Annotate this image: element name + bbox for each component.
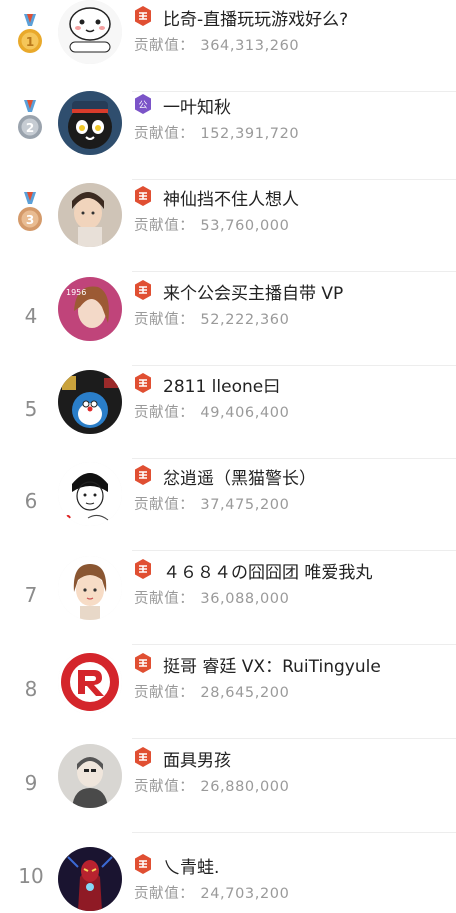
divider xyxy=(132,550,456,551)
user-name: 2811 lleone曰 xyxy=(163,377,281,397)
ranking-row[interactable]: 3 神仙挡不住人想人 贡献值： 53,760,000 xyxy=(0,180,456,272)
avatar[interactable] xyxy=(58,556,122,620)
king-badge-icon xyxy=(135,465,151,485)
divider xyxy=(132,365,456,366)
user-name: 面具男孩 xyxy=(163,751,231,771)
avatar[interactable] xyxy=(58,650,122,714)
king-badge-icon xyxy=(135,280,151,300)
avatar[interactable]: 1956 xyxy=(58,277,122,341)
ranking-row[interactable]: 7 ４６８４の囧囧团 唯爱我丸 贡献值： 36,088,000 xyxy=(0,553,456,645)
silver-medal-icon: 2 xyxy=(18,100,42,139)
ranking-row[interactable]: 1 比奇-直播玩玩游戏好么? 贡献值： 364,313,260 xyxy=(0,0,456,92)
ranking-row[interactable]: 10 乀青蛙. 贡献值： 24,703,200 xyxy=(0,834,456,913)
contribution-value: 贡献值： 26,880,000 xyxy=(134,779,290,795)
rank-number: 9 xyxy=(24,771,38,795)
user-name: 一叶知秋 xyxy=(163,98,231,118)
contribution-ranking-list: 1 比奇-直播玩玩游戏好么? 贡献值： 364,313,260 2 公 一叶知秋… xyxy=(0,0,456,913)
divider xyxy=(132,271,456,272)
contribution-value: 贡献值： 53,760,000 xyxy=(134,218,290,234)
bronze-medal-icon: 3 xyxy=(18,192,42,231)
contribution-value: 贡献值： 364,313,260 xyxy=(134,38,300,54)
guild-badge-icon: 公 xyxy=(135,94,151,114)
king-badge-icon xyxy=(135,559,151,579)
rank-number: 5 xyxy=(24,397,38,421)
avatar[interactable] xyxy=(58,183,122,247)
ranking-row[interactable]: 6 忿逍遥（黑猫警长） 贡献值： 37,475,200 xyxy=(0,459,456,551)
gold-medal-icon: 1 xyxy=(18,14,42,53)
divider xyxy=(132,738,456,739)
avatar[interactable] xyxy=(58,462,122,526)
user-name: ４６８４の囧囧团 唯爱我丸 xyxy=(163,563,373,583)
rank-number: 6 xyxy=(24,489,38,513)
avatar[interactable] xyxy=(58,370,122,434)
avatar[interactable] xyxy=(58,744,122,808)
contribution-value: 贡献值： 36,088,000 xyxy=(134,591,290,607)
rank-number: 10 xyxy=(18,864,44,888)
divider xyxy=(132,832,456,833)
king-badge-icon xyxy=(135,186,151,206)
contribution-value: 贡献值： 52,222,360 xyxy=(134,312,290,328)
ranking-row[interactable]: 8 挺哥 睿廷 VX：RuiTingyule 贡献值： 28,645,200 xyxy=(0,647,456,739)
ranking-row[interactable]: 2 公 一叶知秋 贡献值： 152,391,720 xyxy=(0,88,456,180)
svg-text:2: 2 xyxy=(26,121,34,135)
king-badge-icon xyxy=(135,854,151,874)
user-name: 神仙挡不住人想人 xyxy=(163,190,299,210)
ranking-row[interactable]: 5 2811 lleone曰 贡献值： 49,406,400 xyxy=(0,367,456,459)
king-badge-icon xyxy=(135,747,151,767)
user-name: 挺哥 睿廷 VX：RuiTingyule xyxy=(163,657,381,677)
svg-text:公: 公 xyxy=(138,100,147,111)
svg-text:3: 3 xyxy=(26,213,34,227)
rank-number: 7 xyxy=(24,583,38,607)
divider xyxy=(132,644,456,645)
king-badge-icon xyxy=(135,6,151,26)
svg-text:1956: 1956 xyxy=(66,288,86,297)
avatar[interactable] xyxy=(58,847,122,911)
contribution-value: 贡献值： 152,391,720 xyxy=(134,126,300,142)
user-name: 乀青蛙. xyxy=(163,858,220,878)
user-name: 忿逍遥（黑猫警长） xyxy=(163,469,316,489)
rank-number: 8 xyxy=(24,677,38,701)
ranking-row[interactable]: 4 1956 来个公会买主播自带 VP 贡献值： 52,222,360 xyxy=(0,274,456,366)
svg-text:1: 1 xyxy=(26,35,34,49)
contribution-value: 贡献值： 28,645,200 xyxy=(134,685,290,701)
user-name: 来个公会买主播自带 VP xyxy=(163,284,344,304)
contribution-value: 贡献值： 49,406,400 xyxy=(134,405,290,421)
user-name: 比奇-直播玩玩游戏好么? xyxy=(163,10,349,30)
ranking-row[interactable]: 9 面具男孩 贡献值： 26,880,000 xyxy=(0,741,456,833)
contribution-value: 贡献值： 37,475,200 xyxy=(134,497,290,513)
contribution-value: 贡献值： 24,703,200 xyxy=(134,886,290,902)
rank-number: 4 xyxy=(24,304,38,328)
avatar[interactable] xyxy=(58,91,122,155)
avatar[interactable] xyxy=(58,0,122,64)
king-badge-icon xyxy=(135,653,151,673)
king-badge-icon xyxy=(135,373,151,393)
